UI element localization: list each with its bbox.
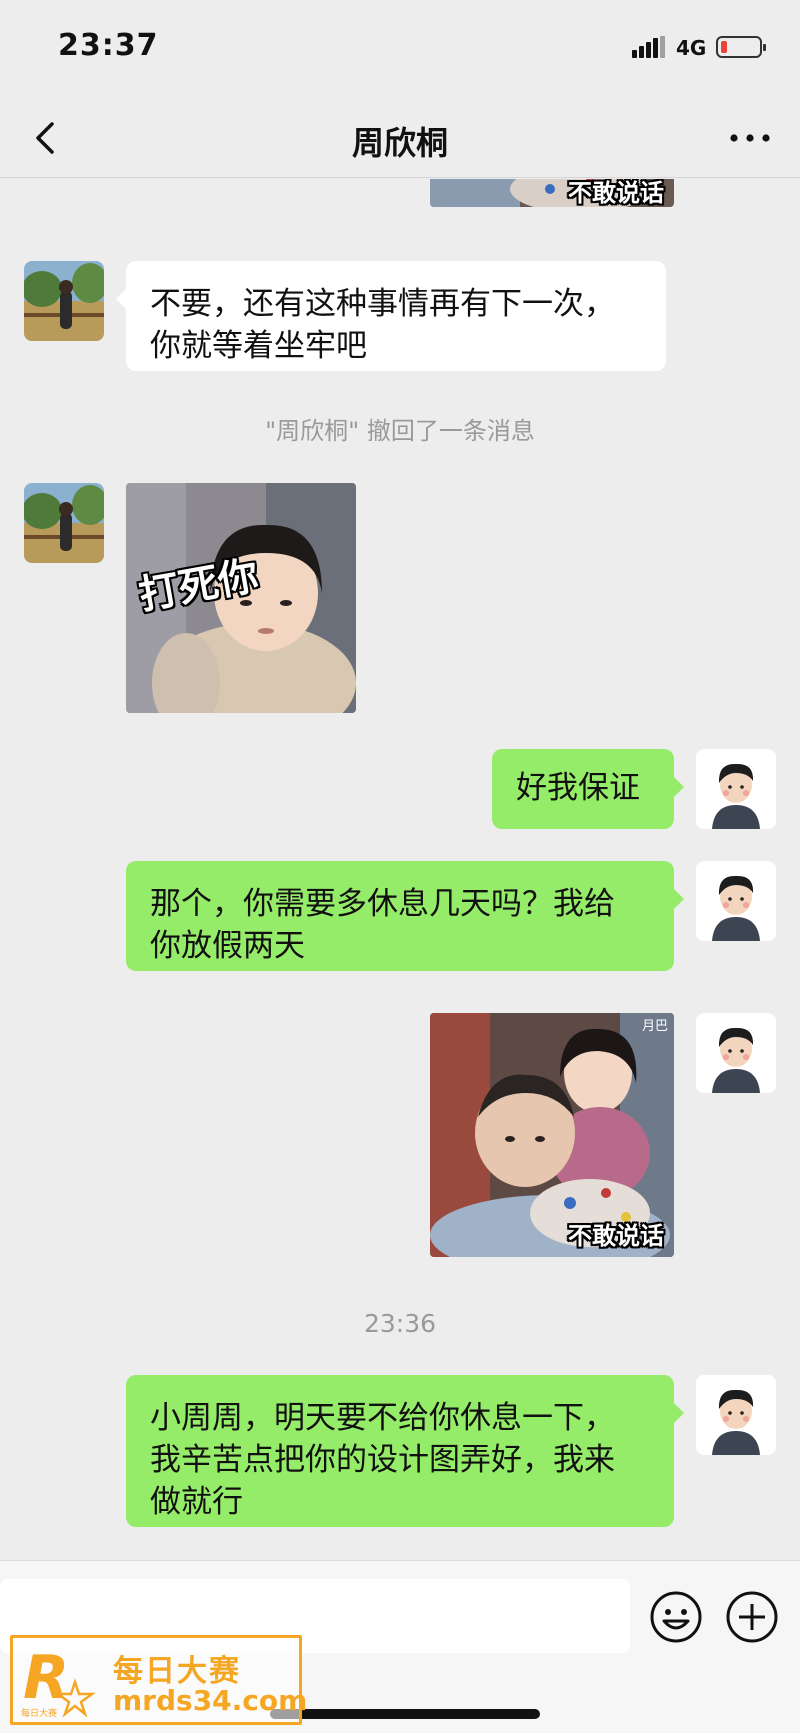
message-text-line: 我辛苦点把你的设计图弄好，我来 [150,1442,615,1478]
sticker-tag: 月巴 [641,1019,668,1034]
watermark: R 每日大赛 每日大赛 mrds34.com [10,1635,307,1725]
my-avatar[interactable] [696,1375,776,1455]
emoji-button[interactable] [648,1589,704,1645]
status-time: 23:37 [58,28,159,63]
my-avatar[interactable] [696,861,776,941]
more-icon [730,134,770,142]
message-text-line: 那个，你需要多休息几天吗？我给 [150,886,615,922]
signal-icon [632,36,666,58]
sticker-message-received[interactable]: 打死你 [126,483,356,713]
contact-avatar[interactable] [24,483,104,563]
chat-area[interactable]: 不敢说话 不要，还有这种事情再有下一次， 你就等着坐牢吧 "周欣桐" 撤回了一条… [0,179,800,1559]
nav-bar: 周欣桐 [0,100,800,178]
time-divider: 23:36 [363,1309,437,1338]
watermark-url: mrds34.com [113,1684,308,1717]
status-bar: 23:37 4G [0,0,800,100]
more-button[interactable] [724,114,776,162]
message-text-line: 好我保证 [516,770,640,806]
message-sent[interactable]: 那个，你需要多休息几天吗？我给 你放假两天 [126,861,684,971]
battery-icon [716,36,766,58]
recall-notice: "周欣桐" 撤回了一条消息 [265,417,535,445]
watermark-logo: R 每日大赛 [21,1643,96,1719]
emoji-icon [650,1591,702,1643]
contact-avatar[interactable] [24,261,104,341]
my-avatar[interactable] [696,1013,776,1093]
message-text-line: 做就行 [150,1484,243,1520]
sticker-message-sent[interactable]: 不敢说话 月巴 [430,1013,674,1257]
message-text-line: 你放假两天 [150,928,305,964]
more-functions-button[interactable] [724,1589,780,1645]
chat-title: 周欣桐 [351,124,448,162]
svg-text:每日大赛: 每日大赛 [21,1707,57,1719]
sticker-caption: 不敢说话 [568,1222,664,1250]
home-indicator[interactable] [270,1709,540,1719]
message-received[interactable]: 不要，还有这种事情再有下一次， 你就等着坐牢吧 [116,261,666,371]
my-avatar[interactable] [696,749,776,829]
message-sent[interactable]: 小周周，明天要不给你休息一下， 我辛苦点把你的设计图弄好，我来 做就行 [126,1375,684,1527]
message-text-line: 不要，还有这种事情再有下一次， [150,286,615,322]
plus-icon [726,1591,778,1643]
network-label: 4G [676,36,707,60]
sticker-message-partial[interactable]: 不敢说话 [430,179,674,207]
message-sent[interactable]: 好我保证 [492,749,684,829]
message-text-line: 你就等着坐牢吧 [150,328,367,364]
svg-text:R: R [23,1643,69,1713]
message-text-line: 小周周，明天要不给你休息一下， [150,1400,615,1436]
sticker-caption: 不敢说话 [568,179,664,207]
